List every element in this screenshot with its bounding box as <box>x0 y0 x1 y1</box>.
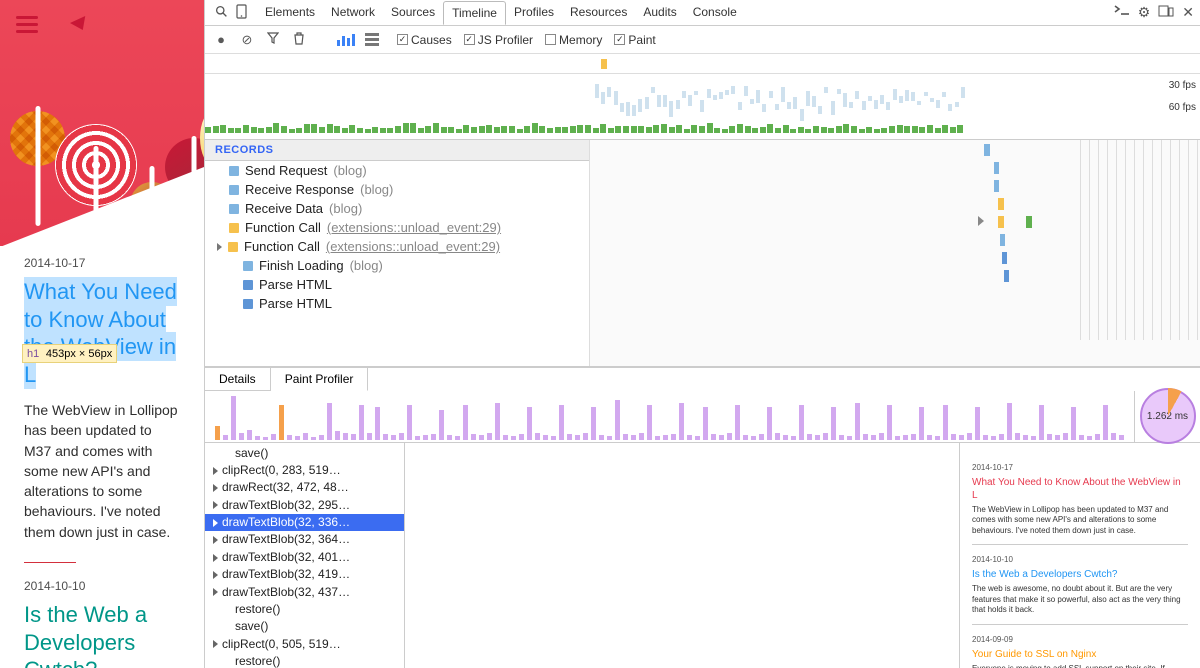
page-preview: 2014-10-17 What You Need to Know About th… <box>0 0 204 668</box>
subtab-paint-profiler[interactable]: Paint Profiler <box>271 368 369 391</box>
draw-call[interactable]: drawTextBlob(32, 336… <box>205 514 404 531</box>
draw-call[interactable]: clipRect(0, 505, 519… <box>205 636 404 653</box>
draw-call[interactable]: restore() <box>205 653 404 668</box>
check-js-profiler[interactable]: ✓JS Profiler <box>464 33 533 47</box>
draw-call[interactable]: drawTextBlob(32, 364… <box>205 531 404 548</box>
paint-preview <box>405 443 960 668</box>
record-row[interactable]: Receive Data (blog) <box>205 199 589 218</box>
element-size-tooltip: h1 453px × 56px <box>22 344 117 363</box>
dock-icon[interactable] <box>1158 4 1174 21</box>
record-row[interactable]: Send Request (blog) <box>205 161 589 180</box>
tab-profiles[interactable]: Profiles <box>506 1 562 25</box>
devtools-topbar: ElementsNetworkSourcesTimelineProfilesRe… <box>205 0 1200 26</box>
draw-call[interactable]: drawTextBlob(32, 419… <box>205 566 404 583</box>
devtools: ElementsNetworkSourcesTimelineProfilesRe… <box>204 0 1200 668</box>
records-header: RECORDS <box>205 140 589 161</box>
hamburger-icon[interactable] <box>16 16 38 33</box>
draw-call[interactable]: save() <box>205 618 404 635</box>
timeline-minimap[interactable] <box>205 54 1200 74</box>
post-title[interactable]: What You Need to Know About the WebView … <box>24 278 180 388</box>
draw-call[interactable]: drawTextBlob(32, 295… <box>205 497 404 514</box>
tab-console[interactable]: Console <box>685 1 745 25</box>
draw-call-list[interactable]: save()clipRect(0, 283, 519…drawRect(32, … <box>205 443 405 668</box>
check-memory[interactable]: Memory <box>545 33 602 47</box>
hero <box>0 0 204 246</box>
draw-call[interactable]: save() <box>205 445 404 462</box>
tab-timeline[interactable]: Timeline <box>443 1 506 25</box>
post-body: The WebView in Lollipop has been updated… <box>24 400 180 542</box>
record-icon[interactable]: ● <box>213 32 229 47</box>
record-row[interactable]: Parse HTML <box>205 294 589 313</box>
draw-call[interactable]: clipRect(0, 283, 519… <box>205 462 404 479</box>
tab-elements[interactable]: Elements <box>257 1 323 25</box>
draw-call[interactable]: drawTextBlob(32, 437… <box>205 584 404 601</box>
search-icon[interactable] <box>215 5 228 21</box>
clear-icon[interactable]: ⊘ <box>239 32 255 48</box>
detail-subtabs: DetailsPaint Profiler <box>205 367 1200 391</box>
check-causes[interactable]: ✓Causes <box>397 33 452 47</box>
post-date: 2014-10-17 <box>24 256 180 270</box>
close-icon[interactable]: ✕ <box>1182 4 1194 21</box>
device-icon[interactable] <box>236 4 247 22</box>
check-paint[interactable]: ✓Paint <box>614 33 655 47</box>
tab-network[interactable]: Network <box>323 1 383 25</box>
record-row[interactable]: Function Call (extensions::unload_event:… <box>205 218 589 237</box>
draw-call[interactable]: drawRect(32, 472, 48… <box>205 479 404 496</box>
draw-call[interactable]: drawTextBlob(32, 401… <box>205 549 404 566</box>
record-row[interactable]: Parse HTML <box>205 275 589 294</box>
tab-audits[interactable]: Audits <box>635 1 684 25</box>
bars-view-icon[interactable] <box>337 34 355 46</box>
records-list: RECORDS Send Request (blog)Receive Respo… <box>205 140 590 366</box>
tab-resources[interactable]: Resources <box>562 1 635 25</box>
post-title[interactable]: Is the Web a Developers Cwtch? <box>24 601 180 668</box>
fps-30-label: 30 fps <box>1169 80 1196 91</box>
show-console-icon[interactable] <box>1114 4 1130 21</box>
paint-profiler-chart[interactable] <box>205 391 1134 442</box>
record-row[interactable]: Function Call (extensions::unload_event:… <box>205 237 589 256</box>
tab-sources[interactable]: Sources <box>383 1 443 25</box>
records-waterfall[interactable] <box>590 140 1200 366</box>
lollipop-art <box>0 0 204 246</box>
timeline-overview[interactable]: 30 fps 60 fps <box>205 74 1200 140</box>
flame-view-icon[interactable] <box>365 33 379 46</box>
fps-60-label: 60 fps <box>1169 102 1196 113</box>
gear-icon[interactable]: ⚙ <box>1138 4 1151 21</box>
page-preview-small: 2014-10-17What You Need to Know About th… <box>960 443 1200 668</box>
gc-icon[interactable] <box>291 32 307 48</box>
record-row[interactable]: Receive Response (blog) <box>205 180 589 199</box>
timeline-toolbar: ● ⊘ ✓Causes ✓JS Profiler Memory ✓Paint <box>205 26 1200 54</box>
nav-arrow-icon[interactable] <box>69 16 85 30</box>
paint-time-badge: 1.262 ms <box>1134 391 1200 442</box>
record-row[interactable]: Finish Loading (blog) <box>205 256 589 275</box>
draw-call[interactable]: restore() <box>205 601 404 618</box>
post-date: 2014-10-10 <box>24 579 180 593</box>
subtab-details[interactable]: Details <box>205 368 271 391</box>
filter-icon[interactable] <box>265 32 281 47</box>
